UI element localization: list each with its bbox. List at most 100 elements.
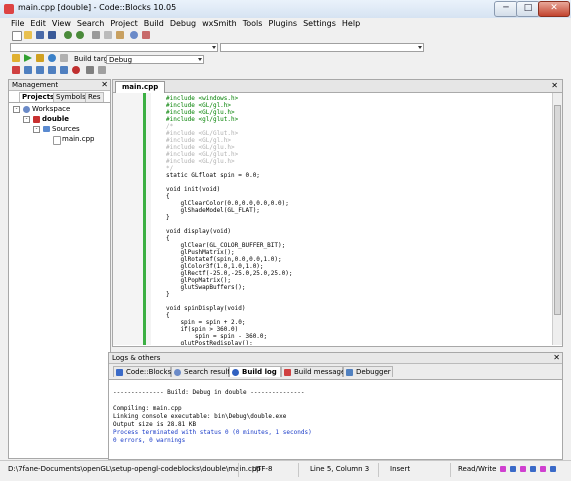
code-line: glShadeModel(GL_FLAT); [166,207,260,214]
replace-icon[interactable] [142,31,150,39]
status-mode: Insert [390,465,411,473]
stop-debug-icon[interactable] [72,66,80,74]
tree-workspace[interactable]: Workspace [32,105,70,114]
tray-icon[interactable] [530,466,536,472]
next-line-icon[interactable] [36,66,44,74]
tree-sources-folder[interactable]: Sources [52,125,80,134]
menu-settings[interactable]: Settings [300,18,339,30]
management-header: Management ✕ [9,80,110,91]
code-line: } [166,291,170,298]
logs-tabs: Code::Blocks Search results Build log Bu… [109,364,562,380]
tab-codeblocks-log[interactable]: Code::Blocks [113,366,171,377]
step-into-icon[interactable] [48,66,56,74]
copy-icon[interactable] [104,31,112,39]
find-icon[interactable] [130,31,138,39]
save-icon[interactable] [36,31,44,39]
rebuild-icon[interactable] [48,54,56,62]
search-icon [174,369,181,376]
status-bar: D:\7fane-Documents\openGL\setup-opengl-c… [0,460,571,481]
save-all-icon[interactable] [48,31,56,39]
close-button[interactable]: ✕ [538,1,570,17]
build-target-value: Debug [109,56,133,64]
open-icon[interactable] [24,31,32,39]
scope-combo[interactable] [10,43,218,52]
run-icon[interactable] [24,54,32,62]
editor-tab-main-cpp[interactable]: main.cpp [115,81,166,93]
menu-help[interactable]: Help [339,18,363,30]
menu-build[interactable]: Build [141,18,167,30]
build-run-icon[interactable] [36,54,44,62]
build-target-select[interactable]: Debug [106,55,204,64]
tab-build-messages[interactable]: Build messages [281,366,349,377]
menu-edit[interactable]: Edit [27,18,49,30]
tree-project[interactable]: double [42,115,69,124]
menu-project[interactable]: Project [107,18,140,30]
code-line: void display(void) [166,228,232,235]
build-messages-icon [284,369,291,376]
log-line: -------------- Build: Debug in double --… [113,389,305,396]
sources-expander[interactable]: - [33,126,40,133]
build-icon[interactable] [12,54,20,62]
editor-scroll-thumb[interactable] [554,105,561,315]
cut-icon[interactable] [92,31,100,39]
management-panel: Management ✕ Projects Symbols Res - Work… [8,79,111,459]
tab-label: Code::Blocks [126,368,172,376]
tab-symbols[interactable]: Symbols [53,92,89,102]
management-close-icon[interactable]: ✕ [101,80,108,90]
menu-plugins[interactable]: Plugins [265,18,300,30]
project-expander[interactable]: - [23,116,30,123]
debug-start-icon[interactable] [12,66,20,74]
undo-icon[interactable] [64,31,72,39]
log-line: Linking console executable: bin\Debug\do… [113,413,287,420]
tree-file-main-cpp[interactable]: main.cpp [62,135,94,144]
run-to-cursor-icon[interactable] [24,66,32,74]
editor-close-icon[interactable]: ✕ [551,81,558,90]
new-file-icon[interactable] [12,31,22,41]
menu-debug[interactable]: Debug [167,18,199,30]
menu-view[interactable]: View [49,18,74,30]
tab-debugger[interactable]: Debugger [343,366,393,377]
tab-search-results[interactable]: Search results [171,366,234,377]
project-icon [33,116,40,123]
code-area[interactable]: 1#include <windows.h>2#include <GL/gl.h>… [160,93,552,345]
tray-icon[interactable] [540,466,546,472]
workspace-expander[interactable]: - [13,106,20,113]
management-tabs: Projects Symbols Res [9,91,110,103]
editor-vertical-scrollbar[interactable] [552,93,562,345]
menu-file[interactable]: File [8,18,27,30]
tab-build-log[interactable]: Build log [229,366,281,377]
menu-wxsmith[interactable]: wxSmith [199,18,240,30]
tab-projects[interactable]: Projects [19,92,58,102]
tab-resources[interactable]: Res [85,92,104,102]
code-line: void init(void) [166,186,221,193]
title-bar: main.cpp [double] - Code::Blocks 10.05 ─… [0,0,571,19]
tray-icon[interactable] [550,466,556,472]
redo-icon[interactable] [76,31,84,39]
code-line: #include <GL/glu.h> [166,158,235,165]
change-bar [143,93,146,345]
paste-icon[interactable] [116,31,124,39]
build-log-output: -------------- Build: Debug in double --… [113,389,312,445]
abort-icon[interactable] [60,54,68,62]
logs-panel: Logs & others ✕ Code::Blocks Search resu… [108,352,563,460]
minimize-button[interactable]: ─ [494,1,518,17]
debug-windows-icon[interactable] [86,66,94,74]
logs-close-icon[interactable]: ✕ [553,353,560,363]
status-separator [450,463,451,477]
status-separator [238,463,239,477]
menu-tools[interactable]: Tools [240,18,266,30]
menu-bar: File Edit View Search Project Build Debug wxSmi… [0,18,571,30]
code-line: } [166,214,170,221]
debug-info-icon[interactable] [98,66,106,74]
file-icon [53,136,61,145]
tray-icon[interactable] [510,466,516,472]
tray-icon[interactable] [520,466,526,472]
maximize-button[interactable]: □ [516,1,540,17]
code-completion-toolbar [0,41,571,53]
menu-search[interactable]: Search [74,18,107,30]
function-combo[interactable] [220,43,424,52]
codeblocks-app-icon [4,4,14,14]
tray-icon[interactable] [500,466,506,472]
status-encoding: UTF-8 [252,465,273,473]
step-out-icon[interactable] [60,66,68,74]
